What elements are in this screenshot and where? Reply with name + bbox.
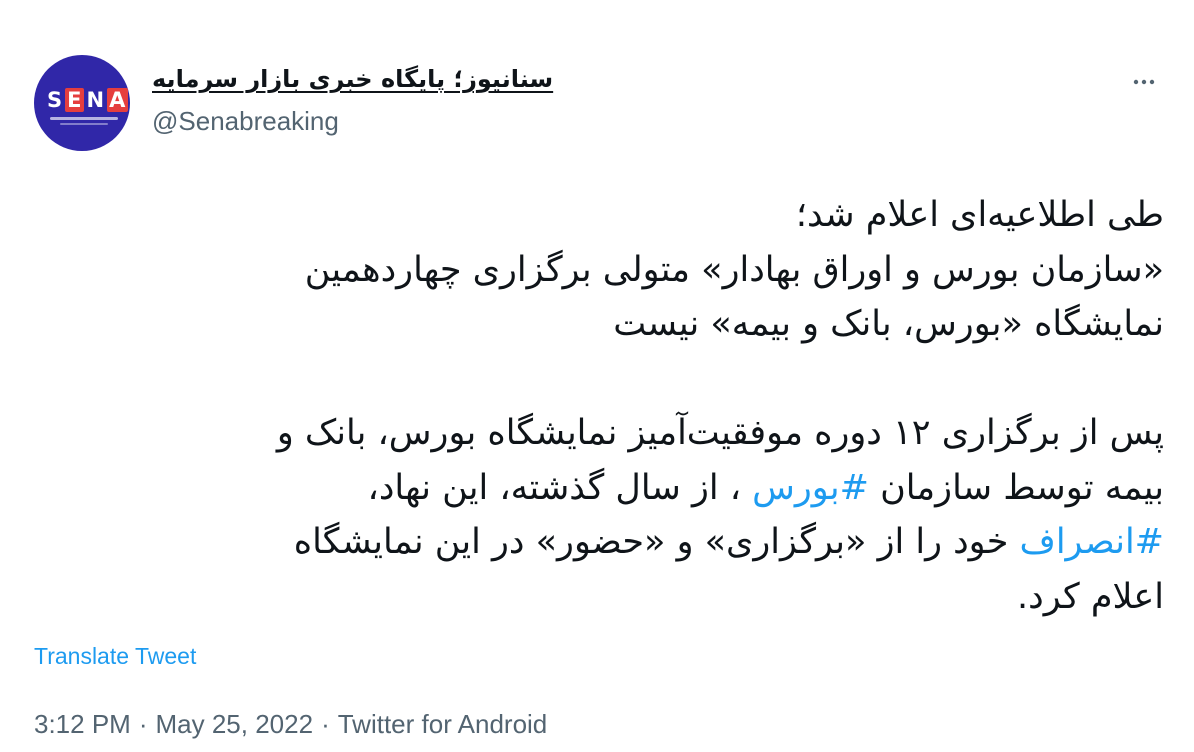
tweet-line: بیمه توسط سازمان #بورس ، از سال گذشته، ا… <box>34 461 1164 516</box>
tweet-text: طی اطلاعیه‌ای اعلام شد؛ «سازمان بورس و ا… <box>34 188 1164 624</box>
tweet-line: #انصراف خود را از «برگزاری» و «حضور» در … <box>34 515 1164 570</box>
tweet-line: «سازمان بورس و اوراق بهادار» متولی برگزا… <box>304 249 1164 290</box>
logo-letter-e: E <box>65 88 85 112</box>
more-options-button[interactable] <box>1122 60 1166 104</box>
tweet: S E N A سنانیوز؛ پایگاه خبری بازار سرمای… <box>0 0 1194 752</box>
author-display-name[interactable]: سنانیوز؛ پایگاه خبری بازار سرمایه <box>152 62 553 96</box>
logo-letter-a: A <box>107 88 129 112</box>
logo-subtitle-line <box>50 117 118 120</box>
tweet-text-segment: خود را از «برگزاری» و «حضور» در این نمای… <box>293 522 1020 562</box>
more-horizontal-icon <box>1132 70 1156 94</box>
tweet-line: نمایشگاه «بورس، بانک و بیمه» نیست <box>613 304 1164 344</box>
hashtag-link-bourse[interactable]: #بورس <box>752 468 869 508</box>
tweet-time[interactable]: 3:12 PM <box>34 706 131 742</box>
meta-separator: · <box>138 709 148 739</box>
tweet-line: پس از برگزاری ۱۲ دوره موفقیت‌آمیز نمایشگ… <box>276 413 1164 453</box>
tweet-source[interactable]: Twitter for Android <box>338 706 548 742</box>
avatar[interactable]: S E N A <box>34 55 130 151</box>
hashtag-link-enseraf[interactable]: #انصراف <box>1020 522 1164 562</box>
tweet-text-segment: بیمه توسط سازمان <box>868 467 1164 508</box>
meta-separator: · <box>321 709 330 739</box>
tweet-metadata: 3:12 PM · May 25, 2022 · Twitter for Android <box>34 706 547 742</box>
tweet-date[interactable]: May 25, 2022 <box>156 706 314 742</box>
tweet-line: طی اطلاعیه‌ای اعلام شد؛ <box>795 195 1164 235</box>
tweet-line: اعلام کرد. <box>1017 576 1164 617</box>
logo-subtitle-line-2 <box>60 123 108 125</box>
logo-letter-s: S <box>47 88 64 112</box>
logo-letter-n: N <box>86 88 106 112</box>
sena-logo: S E N A <box>46 88 129 112</box>
author-handle[interactable]: @Senabreaking <box>152 104 339 138</box>
tweet-text-segment: ، از سال گذشته، این نهاد، <box>367 467 753 508</box>
translate-tweet-link[interactable]: Translate Tweet <box>34 640 196 672</box>
